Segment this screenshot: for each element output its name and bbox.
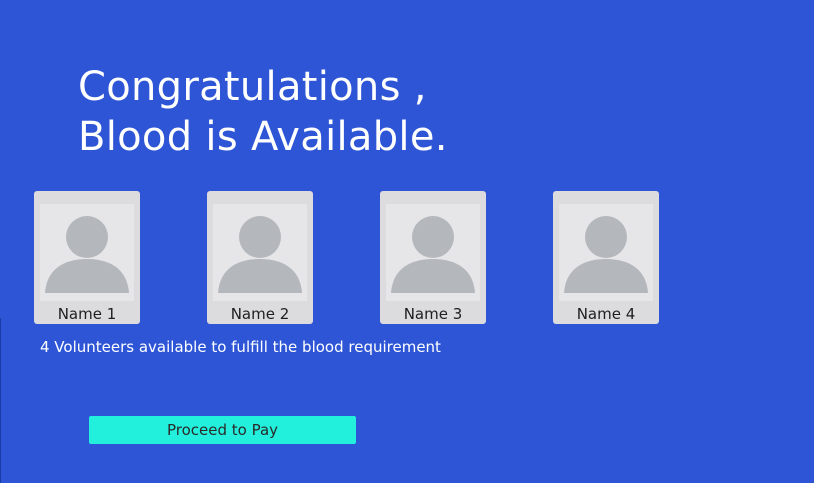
volunteer-card-1[interactable]: Name 1 bbox=[34, 191, 140, 324]
volunteer-card-2[interactable]: Name 2 bbox=[207, 191, 313, 324]
volunteer-name: Name 1 bbox=[57, 305, 117, 323]
volunteer-card-4[interactable]: Name 4 bbox=[553, 191, 659, 324]
user-silhouette-icon bbox=[386, 204, 480, 301]
page-title: Congratulations , Blood is Available. bbox=[78, 62, 448, 162]
volunteer-name: Name 3 bbox=[403, 305, 463, 323]
user-silhouette-icon bbox=[40, 204, 134, 301]
window-edge bbox=[0, 318, 1, 483]
volunteer-count-text: 4 Volunteers available to fulfill the bl… bbox=[40, 338, 441, 356]
volunteer-name: Name 4 bbox=[576, 305, 636, 323]
title-line-2: Blood is Available. bbox=[78, 114, 448, 160]
volunteer-name: Name 2 bbox=[230, 305, 290, 323]
user-silhouette-icon bbox=[213, 204, 307, 301]
title-line-1: Congratulations , bbox=[78, 64, 427, 110]
user-silhouette-icon bbox=[559, 204, 653, 301]
volunteer-card-3[interactable]: Name 3 bbox=[380, 191, 486, 324]
proceed-to-pay-button[interactable]: Proceed to Pay bbox=[89, 416, 356, 444]
